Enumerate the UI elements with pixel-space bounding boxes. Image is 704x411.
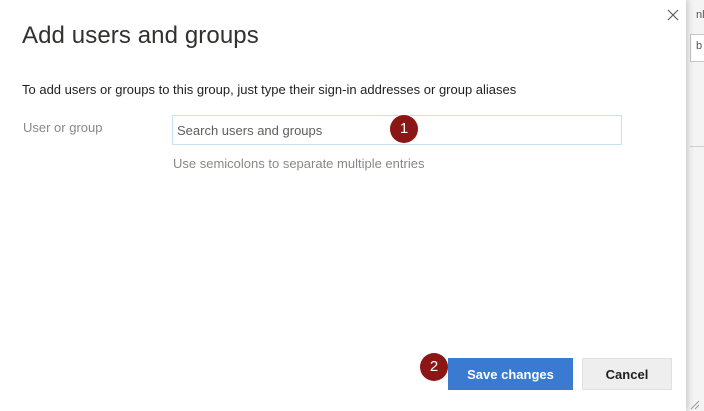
semicolon-hint: Use semicolons to separate multiple entr… [173, 156, 425, 171]
instruction-text: To add users or groups to this group, ju… [22, 82, 517, 97]
step-marker-1: 1 [390, 115, 418, 143]
user-or-group-label: User or group [23, 120, 103, 135]
save-changes-button[interactable]: Save changes [448, 358, 573, 390]
background-text-fragment: nl [696, 9, 704, 21]
close-button[interactable] [664, 6, 682, 24]
background-field-fragment: b [696, 40, 703, 52]
background-divider [690, 146, 704, 147]
cancel-button[interactable]: Cancel [582, 358, 672, 390]
dialog-title: Add users and groups [22, 22, 259, 49]
step-marker-2: 2 [420, 353, 448, 381]
add-users-dialog: Add users and groups To add users or gro… [0, 0, 686, 411]
resize-grip-icon[interactable] [688, 398, 700, 410]
close-icon [667, 9, 679, 21]
